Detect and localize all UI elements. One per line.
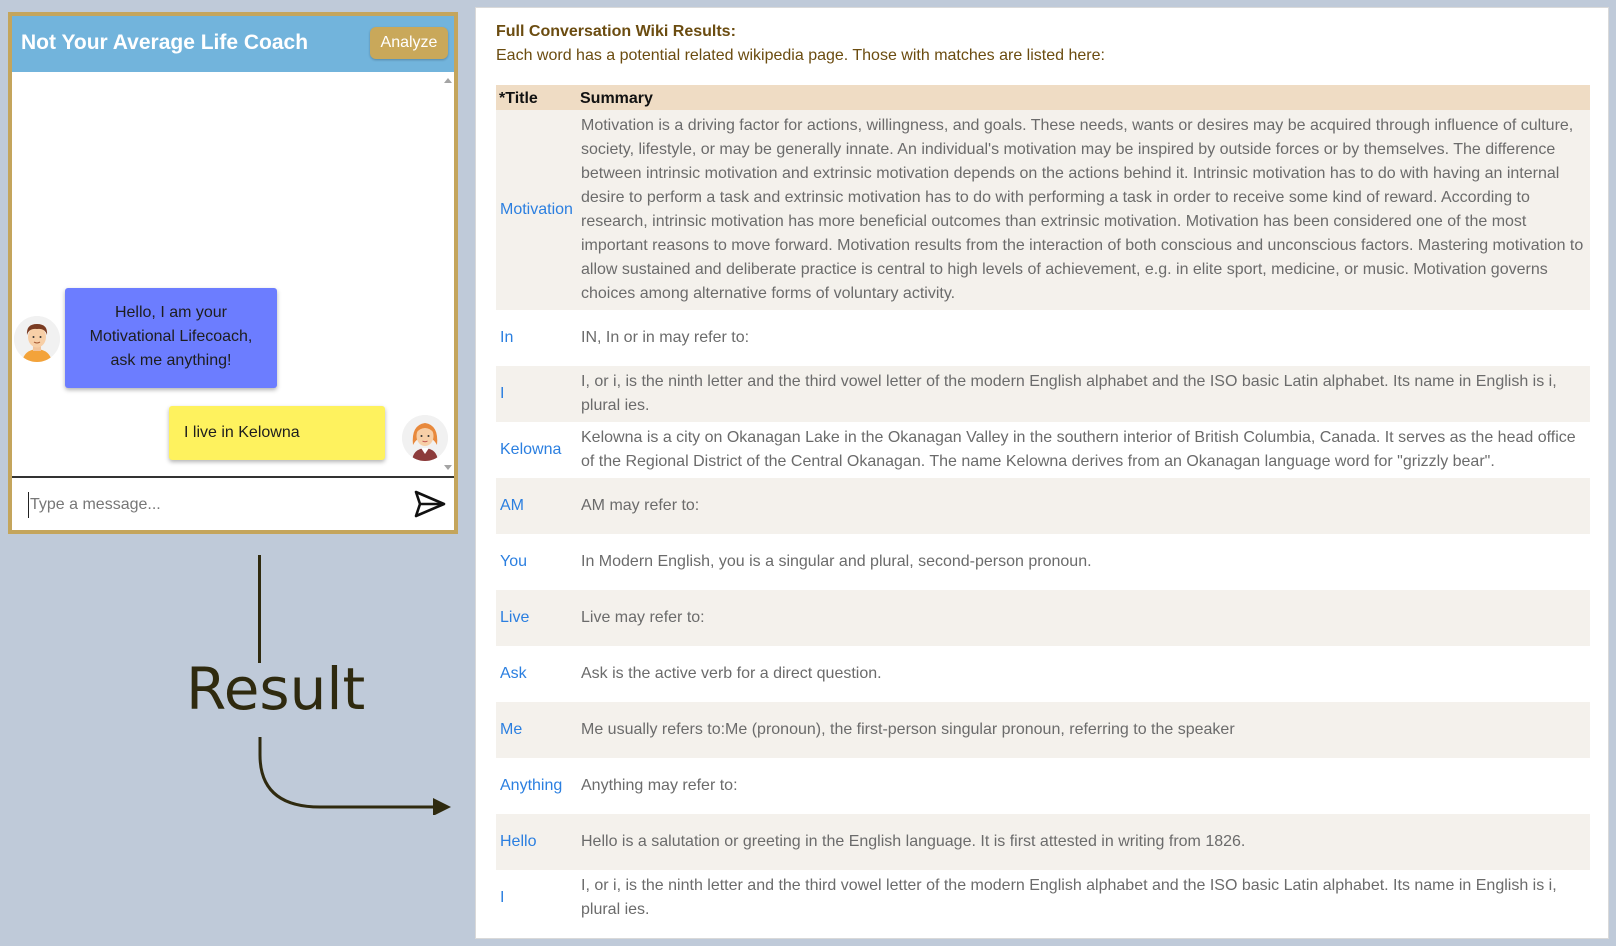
female-avatar-icon (402, 415, 448, 461)
wiki-summary: Ask is the active verb for a direct ques… (581, 665, 882, 682)
annotation-line (258, 555, 261, 663)
message-input[interactable] (28, 492, 388, 518)
curved-arrow-icon (258, 737, 451, 815)
send-icon (414, 490, 446, 518)
wiki-link[interactable]: Live (496, 590, 577, 646)
table-row: In IN, In or in may refer to: (496, 310, 1590, 366)
analyze-button[interactable]: Analyze (370, 27, 448, 59)
wiki-summary: Live may refer to: (577, 590, 1590, 646)
wiki-table-header-row: *Title Summary (496, 85, 1590, 110)
table-row: Me Me usually refers to:Me (pronoun), th… (496, 702, 1590, 758)
scroll-up-icon[interactable] (444, 78, 452, 83)
wiki-link[interactable]: Motivation (496, 110, 577, 310)
wiki-summary: Hello is a salutation or greeting in the… (577, 814, 1590, 870)
table-row: Ask Ask is the active verb for a direct … (496, 646, 1590, 702)
wiki-results-panel: Full Conversation Wiki Results: Each wor… (475, 7, 1609, 939)
bot-message: Hello, I am your Motivational Lifecoach,… (65, 288, 277, 388)
table-row: Motivation Motivation is a driving facto… (496, 110, 1590, 310)
wiki-summary: Kelowna is a city on Okanagan Lake in th… (581, 429, 1576, 470)
wiki-table: *Title Summary Motivation Motivation is … (496, 85, 1590, 926)
chat-widget: Not Your Average Life Coach Analyze Hell… (8, 12, 458, 534)
wiki-link[interactable]: In (496, 310, 577, 366)
wiki-summary: Me usually refers to:Me (pronoun), the f… (577, 702, 1590, 758)
scroll-down-icon[interactable] (444, 465, 452, 470)
table-row: You In Modern English, you is a singular… (496, 534, 1590, 590)
wiki-link[interactable]: You (496, 534, 577, 590)
wiki-link[interactable]: Kelowna (496, 422, 577, 478)
wiki-subheading: Each word has a potential related wikipe… (496, 47, 1105, 64)
wiki-summary: Motivation is a driving factor for actio… (577, 110, 1590, 310)
wiki-link[interactable]: Hello (496, 814, 577, 870)
chat-input-bar (12, 476, 454, 530)
table-row: Hello Hello is a salutation or greeting … (496, 814, 1590, 870)
send-button[interactable] (412, 490, 448, 520)
male-avatar-icon (14, 316, 60, 362)
table-row: Kelowna Kelowna is a city on Okanagan La… (496, 422, 1590, 478)
table-row: I I, or i, is the ninth letter and the t… (496, 870, 1590, 926)
wiki-link[interactable]: I (496, 366, 577, 422)
column-header-summary: Summary (577, 85, 1590, 110)
table-row: I I, or i, is the ninth letter and the t… (496, 366, 1590, 422)
wiki-summary: I, or i, is the ninth letter and the thi… (577, 366, 1590, 422)
table-row: Anything Anything may refer to: (496, 758, 1590, 814)
wiki-link[interactable]: Me (496, 702, 577, 758)
table-row: AM AM may refer to: (496, 478, 1590, 534)
wiki-link[interactable]: Ask (496, 646, 577, 702)
wiki-summary: AM may refer to: (577, 478, 1590, 534)
wiki-summary: Anything may refer to: (581, 777, 738, 794)
wiki-summary: I, or i, is the ninth letter and the thi… (581, 877, 1557, 918)
chat-scrollbar[interactable] (440, 72, 454, 476)
chat-title: Not Your Average Life Coach (21, 31, 309, 54)
wiki-summary: In Modern English, you is a singular and… (581, 553, 1092, 570)
chat-messages[interactable]: Hello, I am your Motivational Lifecoach,… (12, 72, 454, 476)
table-row: Live Live may refer to: (496, 590, 1590, 646)
wiki-link[interactable]: Anything (496, 758, 577, 814)
wiki-heading: Full Conversation Wiki Results: (496, 23, 736, 40)
wiki-summary: IN, In or in may refer to: (581, 329, 750, 346)
wiki-link[interactable]: AM (496, 478, 577, 534)
user-message: I live in Kelowna (169, 406, 385, 460)
chat-header: Not Your Average Life Coach Analyze (12, 16, 454, 72)
wiki-link[interactable]: I (496, 870, 577, 926)
column-header-title[interactable]: *Title (496, 85, 577, 110)
result-label: Result (186, 655, 366, 723)
